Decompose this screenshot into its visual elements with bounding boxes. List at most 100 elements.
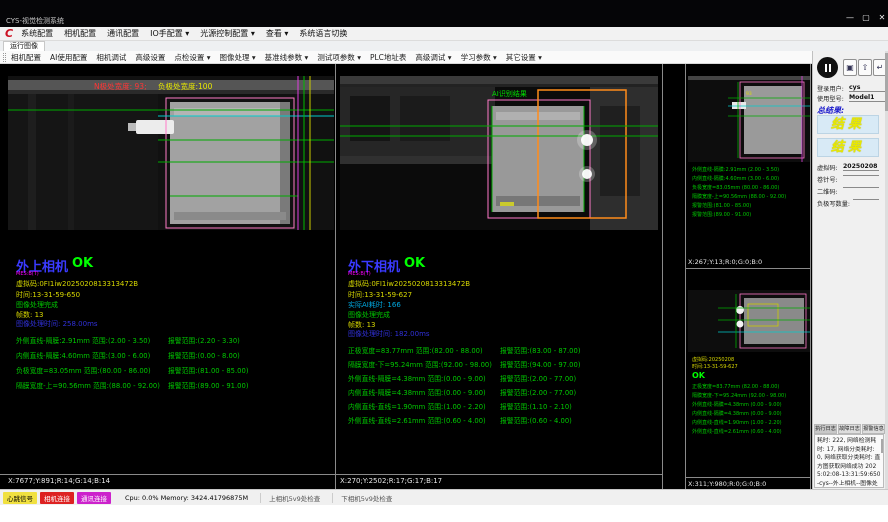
mini-bottom-ok: OK [692, 371, 705, 380]
main-view-area: N极处宽度: 93; 负极处宽度:100 外上相机 OK MES:B(T) 虚拟… [0, 64, 812, 489]
divider [335, 64, 336, 489]
measurement-row: 内侧直线-直线=1.90mm 范围:(1.00 - 2.20) [348, 401, 486, 411]
tool-baseline-params[interactable]: 基准线参数 ▾ [265, 52, 309, 63]
result-display-1: 结果 [817, 115, 879, 134]
log-scrollbar[interactable] [881, 439, 883, 453]
tool-test-params[interactable]: 测试项参数 ▾ [317, 52, 361, 63]
mini-line: 报警范围:(89.00 - 91.00) [692, 211, 751, 218]
divider [685, 64, 686, 489]
middle-overlay-ai-text: AI识别结果 [492, 89, 527, 98]
menu-light-config[interactable]: 光源控制配置 ▾ [200, 28, 255, 39]
menu-camera-config[interactable]: 相机配置 [64, 28, 96, 39]
toolbar: 相机配置 AI使用配置 相机调试 高级设置 点检设置 ▾ 图像处理 ▾ 基准线参… [0, 51, 888, 64]
tool-camera-config[interactable]: 相机配置 [11, 52, 41, 63]
pause-icon [829, 64, 831, 72]
middle-camera-view[interactable]: AI识别结果 [340, 76, 658, 230]
middle-process-done: 图像处理完成 [348, 310, 390, 320]
white-connector [136, 120, 174, 134]
upload-button[interactable]: ⇧ [858, 59, 872, 76]
alarm-range: 报警范围:(89.00 - 91.00) [168, 380, 248, 390]
comm-connection-badge: 通讯连接 [77, 492, 111, 504]
tab-run-image[interactable]: 运行图像 [3, 41, 45, 51]
alarm-range: 报警范围:(83.00 - 87.00) [500, 345, 580, 355]
pause-button[interactable] [817, 57, 838, 78]
write-count-label: 负极写数量: [817, 199, 850, 208]
left-camera-view[interactable]: N极处宽度: 93; 负极处宽度:100 [8, 76, 334, 230]
right-sidebar: ▣ ⇧ ↵ 登录用户: cys 使用型号: Model1 总结果: 结果 结果 … [812, 51, 888, 489]
maximize-button[interactable]: ▢ [859, 12, 873, 24]
menu-language-switch[interactable]: 系统语言切换 [299, 28, 347, 39]
alarm-range: 报警范围:(2.00 - 77.00) [500, 387, 576, 397]
tool-plc-address[interactable]: PLC地址表 [370, 52, 406, 63]
middle-time: 时间:13-31-59-627 [348, 290, 412, 300]
tool-spot-check[interactable]: 点检设置 ▾ [174, 52, 210, 63]
tool-other-settings[interactable]: 其它设置 ▾ [506, 52, 542, 63]
mini-line: 外侧直线-隔膜=4.38mm (0.00 - 9.00) [692, 401, 782, 408]
measurement-row: 外侧直线-直线=2.61mm 范围:(0.60 - 4.00) [348, 415, 486, 425]
left-barcode: 虚拟码:0FI1iw2025020813313472B [16, 279, 138, 289]
qr-code-label: 二维码: [817, 187, 838, 196]
needle-no-label: 卷针号: [817, 175, 838, 184]
measurement-row: 隔膜宽度-上=90.56mm 范围:(88.00 - 92.00) [16, 380, 160, 390]
minimize-button[interactable]: — [843, 12, 857, 24]
mini-line: 正极宽度=83.77mm (82.00 - 88.00) [692, 383, 779, 390]
snapshot-button[interactable]: ▣ [843, 59, 857, 76]
status-bar: 心跳信号 相机连接 通讯连接 Cpu: 0.0% Memory: 3424.41… [0, 489, 888, 505]
middle-ai-time: 实际AI耗时: 166 [348, 300, 401, 310]
title-bar: CYS-视觉检测系统 — ▢ ✕ [0, 0, 888, 27]
log-tab-fault[interactable]: 故障日志 [838, 424, 861, 434]
tool-camera-debug[interactable]: 相机调试 [96, 52, 126, 63]
mini-top-pixel-coords: X:267;Y:13;R:0;G:0;B:0 [688, 258, 762, 266]
mini-line: 负极宽度=83.05mm (80.00 - 86.00) [692, 184, 779, 191]
mini-bottom-pixel-coords: X:311;Y:980;R:0;G:0;B:0 [688, 480, 766, 488]
window-title: CYS-视觉检测系统 [6, 16, 64, 26]
mini-line: 外侧直线-隔膜:2.91mm (2.00 - 3.50) [692, 166, 779, 173]
mini-line: 隔膜宽度-下=95.24mm (92.00 - 98.00) [692, 392, 786, 399]
glow-spot [581, 134, 593, 146]
menu-bar: C 系统配置 相机配置 通讯配置 IO手配置 ▾ 光源控制配置 ▾ 查看 ▾ 系… [0, 27, 888, 41]
middle-barcode: 虚拟码:0FI1iw2025020813313472B [348, 279, 470, 289]
divider [810, 64, 811, 489]
lower-camera-check-status: 下相机5v9处检查 [332, 493, 392, 503]
qr-code-value [843, 187, 879, 188]
mini-line: 内侧直线-隔膜=4.38mm (0.00 - 9.00) [692, 410, 782, 417]
measurement-row: 外侧直线-隔膜:2.91mm 范围:(2.00 - 3.50) [16, 335, 150, 345]
alarm-range: 报警范围:(2.20 - 3.30) [168, 335, 240, 345]
brand-logo-icon: C [5, 27, 13, 40]
mini-line: 虚拟码:20250208 [692, 356, 734, 363]
tab-strip: 运行图像 [0, 41, 888, 51]
left-sub-label: MES:B(T) [16, 271, 39, 277]
glow-spot [737, 321, 744, 328]
middle-process-time: 图像处理时间: 182.00ms [348, 329, 430, 339]
tool-image-process[interactable]: 图像处理 ▾ [220, 52, 256, 63]
needle-no-value [843, 175, 879, 176]
middle-sub-label: MES:B(T) [348, 271, 371, 277]
alarm-range: 报警范围:(0.60 - 4.00) [500, 415, 572, 425]
divider [662, 64, 663, 489]
alarm-range: 报警范围:(0.00 - 8.00) [168, 350, 240, 360]
left-status-ok: OK [72, 256, 93, 271]
close-button[interactable]: ✕ [875, 12, 888, 24]
app-window: CYS-视觉检测系统 — ▢ ✕ C 系统配置 相机配置 通讯配置 IO手配置 … [0, 0, 888, 522]
toolbar-grip-icon [3, 53, 6, 62]
alarm-range: 报警范围:(81.00 - 85.00) [168, 365, 248, 375]
virtual-code-label: 虚拟码: [817, 163, 838, 172]
glow-spot [582, 169, 592, 179]
tool-advanced-settings[interactable]: 高级设置 [135, 52, 165, 63]
measurement-row: 负极宽度=83.05mm 范围:(80.00 - 86.00) [16, 365, 151, 375]
log-text: 耗时: 222, 网络检测耗时: 17, 网络分类耗时: 0, 网络获取分类耗时… [815, 435, 883, 488]
mini-line: 隔膜宽度-上=90.56mm (88.00 - 92.00) [692, 193, 786, 200]
log-tab-run[interactable]: 执行日志 [814, 424, 837, 434]
menu-io-config[interactable]: IO手配置 ▾ [150, 28, 189, 39]
log-tab-alarm[interactable]: 报警信息 [862, 424, 885, 434]
mini-top-camera-view[interactable]: 93 [688, 76, 810, 162]
tool-learn-params[interactable]: 学习参数 ▾ [461, 52, 497, 63]
mini-bottom-camera-view[interactable] [688, 290, 810, 352]
menu-view[interactable]: 查看 ▾ [266, 28, 289, 39]
menu-comm-config[interactable]: 通讯配置 [107, 28, 139, 39]
menu-system-config[interactable]: 系统配置 [21, 28, 53, 39]
tool-ai-config[interactable]: AI使用配置 [50, 52, 87, 63]
mini-line: 外侧直线-直线=2.61mm (0.60 - 4.00) [692, 428, 782, 435]
tool-advanced-debug[interactable]: 高级调试 ▾ [415, 52, 451, 63]
cpu-memory-status: Cpu: 0.0% Memory: 3424.41796875M [125, 494, 248, 502]
